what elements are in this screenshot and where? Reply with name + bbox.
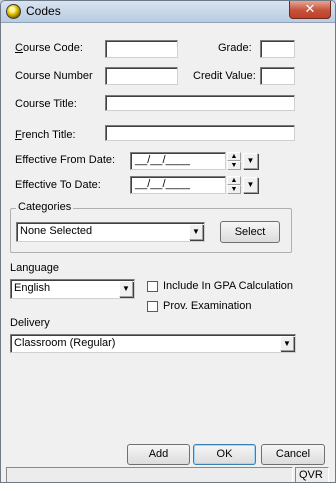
app-icon [6,4,21,19]
delivery-select[interactable]: Classroom (Regular) ▼ [10,334,296,353]
effective-from-spinner[interactable]: ▲ ▼ [227,152,241,170]
status-pane-right: QVR [295,467,329,482]
include-gpa-checkbox[interactable] [147,281,158,292]
delivery-dropdown-icon[interactable]: ▼ [280,336,294,351]
effective-to-input[interactable]: __/__/____ [130,176,226,194]
course-number-input[interactable] [105,67,178,85]
spin-up-icon[interactable]: ▲ [227,152,241,161]
language-label: Language [10,262,59,274]
effective-to-label: Effective To Date: [15,179,101,191]
codes-dialog: Codes ✕ Course Code: Grade: Course Numbe… [0,0,336,483]
effective-from-dropdown-icon[interactable]: ▼ [243,153,258,169]
ok-button[interactable]: OK [193,444,256,465]
delivery-selected-value: Classroom (Regular) [14,337,116,349]
window-title: Codes [26,4,61,18]
status-bar: QVR [5,467,331,482]
categories-selected-value: None Selected [20,225,93,237]
course-code-input[interactable] [105,40,178,58]
prov-exam-checkbox[interactable] [147,301,158,312]
language-dropdown-icon[interactable]: ▼ [119,281,133,297]
spin-down-icon[interactable]: ▼ [227,161,241,170]
effective-from-label: Effective From Date: [15,154,116,166]
grade-label: Grade: [218,42,252,54]
include-gpa-label: Include In GPA Calculation [163,280,294,292]
effective-to-spinner[interactable]: ▲ ▼ [227,176,241,194]
grade-input[interactable] [260,40,295,58]
course-code-label: Course Code: [15,42,83,54]
spin-down-icon[interactable]: ▼ [227,185,241,194]
french-title-input[interactable] [105,125,295,141]
title-bar[interactable]: Codes ✕ [1,1,335,23]
credit-value-label: Credit Value: [193,70,256,82]
delivery-label: Delivery [10,317,50,329]
course-title-input[interactable] [105,95,295,111]
effective-from-input[interactable]: __/__/____ [130,152,226,170]
prov-exam-label: Prov. Examination [163,300,252,312]
select-categories-button[interactable]: Select [220,221,280,243]
categories-group-title: Categories [16,201,74,213]
add-button[interactable]: Add [127,444,190,465]
spin-up-icon[interactable]: ▲ [227,176,241,185]
categories-dropdown-icon[interactable]: ▼ [189,224,203,240]
dialog-body: Course Code: Grade: Course Number Credit… [5,24,331,482]
language-select[interactable]: English ▼ [10,279,135,299]
categories-select[interactable]: None Selected ▼ [16,222,205,242]
close-button[interactable]: ✕ [289,1,331,19]
french-title-label: French Title: [15,129,76,141]
effective-to-dropdown-icon[interactable]: ▼ [243,177,258,193]
credit-value-input[interactable] [260,67,295,85]
course-title-label: Course Title: [15,98,77,110]
cancel-button[interactable]: Cancel [261,444,325,465]
course-number-label: Course Number [15,70,93,82]
status-pane-main [6,467,293,482]
language-selected-value: English [14,282,51,294]
